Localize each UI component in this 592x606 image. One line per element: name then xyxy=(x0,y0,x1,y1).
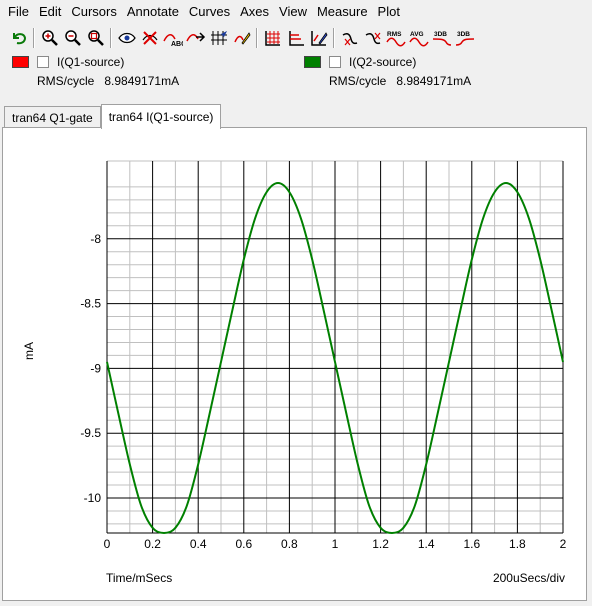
toolbar-separator xyxy=(333,28,335,48)
tab-q1-source[interactable]: tran64 I(Q1-source) xyxy=(100,104,222,129)
x-tick-label: 1.6 xyxy=(463,537,480,551)
curve-color-swatch[interactable] xyxy=(304,56,321,68)
measure-rms-icon[interactable]: RMS xyxy=(385,27,406,49)
curve-name: I(Q2-source) xyxy=(349,55,417,69)
menu-view[interactable]: View xyxy=(274,0,312,24)
menu-cursors[interactable]: Cursors xyxy=(66,0,122,24)
y-axis-label: mA xyxy=(22,342,36,360)
x-tick-label: 1 xyxy=(332,537,339,551)
x-tick-label: 0.8 xyxy=(281,537,298,551)
grid-cursor-icon[interactable] xyxy=(208,27,229,49)
y-tick-labels: -8 -8.5 -9 -9.5 -10 xyxy=(80,232,101,505)
measure-avg-icon[interactable]: AVG xyxy=(408,27,429,49)
edit-curve-icon[interactable] xyxy=(231,27,252,49)
x-tick-label: 0.4 xyxy=(190,537,207,551)
measure-3db-low-icon[interactable]: 3DB xyxy=(431,27,452,49)
x-tick-label: 1.8 xyxy=(509,537,526,551)
x-division-label: 200uSecs/div xyxy=(493,571,565,585)
x-tick-labels: 0 0.2 0.4 0.6 0.8 1 1.2 1.4 1.6 1.8 2 xyxy=(104,537,567,551)
svg-text:ABC: ABC xyxy=(171,41,183,47)
menu-measure[interactable]: Measure xyxy=(312,0,373,24)
hide-curve-icon[interactable] xyxy=(139,27,160,49)
toolbar-separator xyxy=(110,28,112,48)
x-tick-label: 0 xyxy=(104,537,111,551)
x-tick-label: 1.4 xyxy=(418,537,435,551)
plot-tabs: tran64 Q1-gate tran64 I(Q1-source) xyxy=(4,102,222,129)
zoom-out-icon[interactable] xyxy=(62,27,83,49)
x-tick-label: 0.6 xyxy=(235,537,252,551)
curve-name: I(Q1-source) xyxy=(57,55,125,69)
legend-entry-q2: I(Q2-source) RMS/cycle 8.9849171mA xyxy=(304,54,471,88)
menu-annotate[interactable]: Annotate xyxy=(122,0,184,24)
3db-label: 3DB xyxy=(434,31,447,38)
curve-properties-icon[interactable] xyxy=(308,27,329,49)
undo-icon[interactable] xyxy=(8,27,29,49)
plot-area[interactable]: 0 0.2 0.4 0.6 0.8 1 1.2 1.4 1.6 1.8 2 -8 -8.5 -9 -9.5… xyxy=(2,127,587,601)
rms-label: RMS xyxy=(387,31,402,38)
rms-label: RMS/cycle xyxy=(329,74,387,88)
zoom-in-icon[interactable] xyxy=(39,27,60,49)
menu-bar: File Edit Cursors Annotate Curves Axes V… xyxy=(0,0,592,24)
menu-curves[interactable]: Curves xyxy=(184,0,235,24)
rms-value: 8.9849171mA xyxy=(396,74,472,88)
x-tick-label: 1.2 xyxy=(372,537,389,551)
cursor-curve-icon[interactable] xyxy=(185,27,206,49)
avg-label: AVG xyxy=(410,31,424,38)
menu-file[interactable]: File xyxy=(0,0,34,24)
eye-icon[interactable] xyxy=(116,27,137,49)
3db-label: 3DB xyxy=(457,31,470,38)
axes-icon[interactable] xyxy=(285,27,306,49)
measure-rise-icon[interactable] xyxy=(339,27,360,49)
measure-3db-high-icon[interactable]: 3DB xyxy=(454,27,475,49)
curve-checkbox[interactable] xyxy=(329,56,341,68)
y-tick-label: -9 xyxy=(90,361,101,375)
y-tick-label: -10 xyxy=(84,491,102,505)
rms-label: RMS/cycle xyxy=(37,74,95,88)
label-curve-icon[interactable]: ABC xyxy=(162,27,183,49)
tab-q1-gate[interactable]: tran64 Q1-gate xyxy=(4,106,101,128)
legend-entry-q1: I(Q1-source) RMS/cycle 8.9849171mA xyxy=(12,54,179,88)
x-tick-label: 2 xyxy=(560,537,567,551)
curve-checkbox[interactable] xyxy=(37,56,49,68)
toolbar: ABC RMS AVG 3DB 3DB xyxy=(0,25,592,51)
curve-color-swatch[interactable] xyxy=(12,56,29,68)
toolbar-separator xyxy=(33,28,35,48)
x-tick-label: 0.2 xyxy=(144,537,161,551)
zoom-box-icon[interactable] xyxy=(85,27,106,49)
y-tick-label: -9.5 xyxy=(80,426,101,440)
rms-value: 8.9849171mA xyxy=(104,74,180,88)
grid-icon[interactable] xyxy=(262,27,283,49)
menu-plot[interactable]: Plot xyxy=(373,0,405,24)
y-tick-label: -8.5 xyxy=(80,297,101,311)
y-tick-label: -8 xyxy=(90,232,101,246)
x-axis-label: Time/mSecs xyxy=(106,571,172,585)
chart-svg[interactable]: 0 0.2 0.4 0.6 0.8 1 1.2 1.4 1.6 1.8 2 -8 -8.5 -9 -9.5… xyxy=(3,128,586,600)
toolbar-separator xyxy=(256,28,258,48)
menu-axes[interactable]: Axes xyxy=(235,0,274,24)
measure-fall-icon[interactable] xyxy=(362,27,383,49)
menu-edit[interactable]: Edit xyxy=(34,0,66,24)
